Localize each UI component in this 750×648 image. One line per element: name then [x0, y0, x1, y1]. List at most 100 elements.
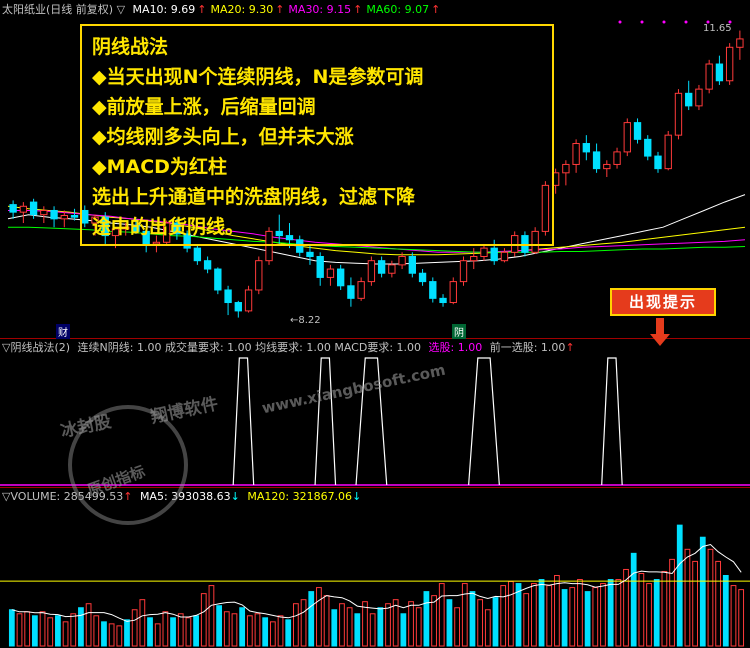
candle-body	[603, 163, 611, 170]
volume-bar	[607, 579, 614, 647]
indicator-name[interactable]: ▽阴线战法(2)	[2, 341, 70, 354]
candle	[255, 256, 263, 295]
candle	[429, 277, 437, 303]
volume-bar	[70, 613, 77, 647]
up-arrow-icon: ↑	[353, 3, 363, 16]
candle-body	[736, 38, 744, 48]
volume-bar	[523, 593, 530, 647]
strategy-note: 阴线战法 ◆当天出现N个连续阴线，N是参数可调 ◆前放量上涨，后缩量回调 ◆均线…	[80, 24, 554, 246]
volume-bar	[699, 536, 706, 647]
volume-bar	[569, 587, 576, 647]
candle	[562, 160, 570, 186]
ma-legend-item: MA60: 9.07	[366, 3, 430, 16]
candle-body	[715, 63, 724, 82]
candle-body	[613, 151, 621, 165]
candle	[449, 277, 457, 305]
volume-bar	[646, 583, 652, 647]
volume-bar	[185, 617, 192, 647]
volume-bar	[285, 619, 292, 647]
panel-separator-main	[0, 338, 750, 339]
volume-bar	[354, 613, 361, 647]
volume-bar	[108, 623, 115, 647]
signal-pulse	[232, 357, 255, 486]
main-header: 太阳纸业(日线 前复权) ▽ MA10: 9.69 ↑ MA20: 9.30 ↑ MA3…	[2, 3, 448, 17]
candle-body	[429, 281, 437, 299]
volume-bar	[584, 591, 591, 647]
signal-marker[interactable]: 阴	[452, 324, 466, 339]
candle	[357, 277, 365, 301]
candle-body	[695, 88, 703, 107]
candle-body	[337, 268, 345, 287]
volume-bar	[177, 613, 184, 647]
candle	[654, 151, 662, 173]
volume-bar	[615, 579, 622, 647]
candle	[572, 139, 580, 173]
candle	[592, 143, 601, 173]
note-line: ◆前放量上涨，后缩量回调	[92, 96, 316, 118]
candle-body	[9, 204, 17, 213]
top-marker-dot	[662, 20, 666, 24]
volume-bar	[538, 579, 545, 647]
candle	[725, 43, 734, 85]
candle	[19, 202, 28, 224]
candle-body	[480, 247, 488, 257]
candle	[203, 256, 212, 274]
volume-bar	[707, 548, 714, 647]
chart-window: { "header": { "title": "太阳纸业(日线 前复权) ▽",…	[0, 0, 750, 648]
up-arrow-icon: ↑	[123, 490, 133, 503]
volume-bar-series	[0, 524, 750, 647]
volume-bar	[477, 599, 484, 647]
candle	[459, 256, 468, 286]
volume-bar	[377, 607, 384, 647]
candle-body	[244, 289, 253, 312]
candle-body	[234, 302, 242, 312]
volume-bar	[400, 613, 407, 647]
volume-bar	[170, 617, 176, 647]
signal-hint-label: 出现提示	[610, 288, 716, 316]
candle-body	[193, 247, 202, 262]
volume-bar	[78, 607, 84, 647]
volume-header: ▽VOLUME: 285499.53↑ MA5: 393038.63↓ MA12…	[2, 490, 365, 504]
stock-title[interactable]: 太阳纸业(日线 前复权) ▽	[2, 3, 125, 16]
finance-marker[interactable]: 财	[56, 324, 70, 339]
candle-body	[633, 122, 642, 140]
volume-bar	[661, 570, 668, 647]
candle-body	[388, 264, 396, 274]
volume-bar	[24, 611, 31, 647]
volume-bar	[308, 591, 315, 647]
indicator-params: 连续N阴线: 1.00 成交量要求: 1.00 均线要求: 1.00 MACD要…	[77, 341, 422, 354]
candle	[40, 206, 48, 224]
up-arrow-icon: ↑	[431, 3, 441, 16]
candle-body	[29, 201, 38, 216]
volume-bar	[492, 597, 499, 647]
volume-bar	[85, 603, 92, 647]
candle	[695, 84, 703, 111]
candle	[439, 294, 447, 307]
candle	[705, 59, 713, 94]
candle-body	[306, 251, 314, 258]
candle	[500, 248, 509, 263]
candle-body	[725, 46, 734, 82]
volume-bar	[730, 585, 737, 647]
volume-bar	[216, 605, 222, 647]
candle-body	[255, 260, 263, 291]
candle-body	[367, 260, 376, 283]
candle-body	[470, 256, 478, 262]
volume-ma5: MA5: 393038.63	[139, 490, 231, 503]
up-arrow-icon: ↑	[197, 3, 207, 16]
candle-body	[459, 260, 468, 283]
volume-bar	[47, 617, 54, 647]
candle-body	[623, 122, 631, 153]
candle	[613, 147, 621, 169]
candle	[193, 245, 202, 265]
volume-bar	[39, 611, 46, 647]
volume-bar	[323, 595, 330, 647]
top-marker-dot	[618, 20, 622, 24]
candle-body	[70, 214, 79, 218]
volume-bar	[469, 591, 476, 647]
candle	[50, 206, 58, 228]
volume-bar	[8, 609, 15, 647]
candle-body	[582, 143, 591, 153]
candle-body	[347, 285, 355, 299]
candle-body	[562, 163, 570, 174]
